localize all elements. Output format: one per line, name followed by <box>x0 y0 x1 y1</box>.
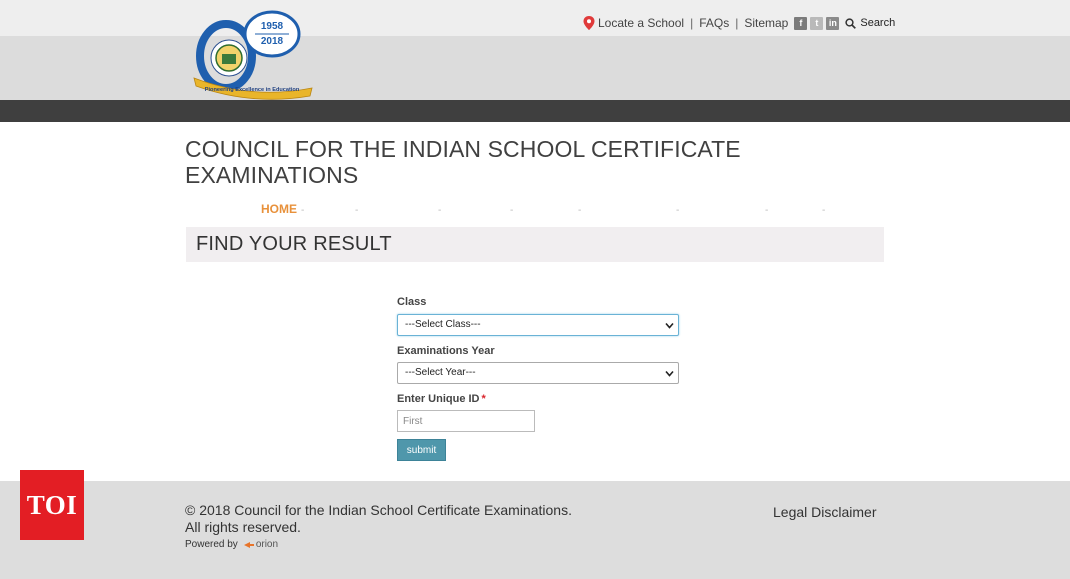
section-title: FIND YOUR RESULT <box>196 233 392 255</box>
chevron-down-icon <box>665 322 674 329</box>
header-utility-links: Locate a School | FAQs | Sitemap f t in … <box>583 15 895 31</box>
nav-item-home[interactable]: HOME <box>261 202 297 216</box>
site-header <box>0 0 1070 100</box>
header-nav-bar <box>0 100 1070 122</box>
search-label: Search <box>860 17 896 29</box>
orion-arrow-icon <box>243 541 254 548</box>
class-label: Class <box>397 296 427 308</box>
link-separator: | <box>690 16 694 30</box>
site-footer: © 2018 Council for the Indian School Cer… <box>0 481 1070 579</box>
orion-brand: orion <box>255 539 279 550</box>
location-pin-icon <box>583 16 595 30</box>
page-title-line1: COUNCIL FOR THE INDIAN SCHOOL CERTIFICAT… <box>185 136 741 162</box>
main-nav: HOME - - - - - - - - <box>185 202 885 218</box>
sitemap-link[interactable]: Sitemap <box>744 16 788 30</box>
faqs-link[interactable]: FAQs <box>699 16 729 30</box>
svg-text:2018: 2018 <box>261 36 284 47</box>
svg-text:Pioneering Excellence in Educa: Pioneering Excellence in Education <box>205 87 300 93</box>
class-select[interactable]: ---Select Class--- <box>397 314 679 336</box>
rights-text: All rights reserved. <box>185 519 301 535</box>
copyright-text: © 2018 Council for the Indian School Cer… <box>185 502 572 518</box>
link-separator: | <box>735 16 739 30</box>
toi-watermark-logo: TOI <box>20 470 84 540</box>
facebook-icon[interactable]: f <box>794 16 808 30</box>
unique-id-label-text: Enter Unique ID <box>397 393 480 405</box>
nav-separator: - <box>510 205 514 216</box>
unique-id-label: Enter Unique ID * <box>397 393 486 405</box>
powered-by-label: Powered by <box>185 539 238 550</box>
page-title-line2: EXAMINATIONS <box>185 162 359 188</box>
class-select-value: ---Select Class--- <box>405 319 481 330</box>
legal-disclaimer-link[interactable]: Legal Disclaimer <box>773 504 876 520</box>
nav-separator: - <box>578 205 582 216</box>
header-top-strip <box>0 0 1070 36</box>
unique-id-placeholder: First <box>403 416 423 427</box>
exam-year-select[interactable]: ---Select Year--- <box>397 362 679 384</box>
find-result-header: FIND YOUR RESULT <box>186 227 884 262</box>
exam-year-select-value: ---Select Year--- <box>405 367 476 378</box>
nav-separator: - <box>822 205 826 216</box>
exam-year-label: Examinations Year <box>397 345 495 357</box>
orion-logo-link[interactable]: orion <box>243 539 278 550</box>
nav-separator: - <box>355 205 359 216</box>
search-button[interactable]: Search <box>845 17 895 29</box>
locate-school-link[interactable]: Locate a School <box>598 16 684 30</box>
nav-separator: - <box>765 205 769 216</box>
nav-separator: - <box>438 205 442 216</box>
page-title: COUNCIL FOR THE INDIAN SCHOOL CERTIFICAT… <box>185 136 785 188</box>
nav-separator: - <box>301 205 305 216</box>
unique-id-input[interactable]: First <box>397 410 535 432</box>
powered-by: Powered by orion <box>185 539 278 550</box>
required-marker: * <box>481 393 486 405</box>
twitter-icon[interactable]: t <box>810 16 824 30</box>
cisce-60-years-logo[interactable]: 1958 2018 Pioneering Excellence in Educa… <box>192 8 314 100</box>
search-icon <box>845 17 857 29</box>
svg-text:1958: 1958 <box>261 21 284 32</box>
nav-separator: - <box>676 205 680 216</box>
submit-button[interactable]: submit <box>397 439 446 461</box>
chevron-down-icon <box>665 370 674 377</box>
linkedin-icon[interactable]: in <box>826 16 840 30</box>
